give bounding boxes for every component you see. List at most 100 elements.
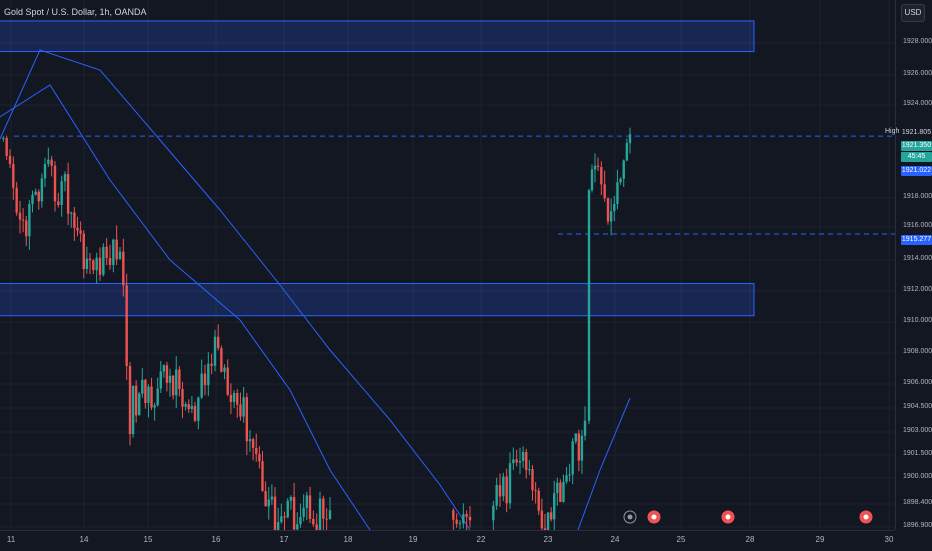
candle-bull	[63, 174, 67, 182]
bid-price-badge: 1921.022	[901, 166, 932, 176]
level-price-badge: 1915.277	[901, 235, 932, 245]
earnings-icon[interactable]	[859, 510, 873, 524]
time-axis[interactable]: 11 14 15 16 17 18 19 22 23 24 25 28 29 30	[0, 530, 895, 551]
candle-bear	[468, 516, 472, 521]
price-tick-label: 1906.000	[903, 379, 932, 386]
candle-bull	[580, 435, 584, 461]
candle-bull	[168, 375, 172, 383]
candle-bull	[190, 405, 194, 410]
candle-bull	[305, 495, 309, 508]
candle-bear	[128, 366, 132, 435]
candle-bear	[18, 212, 22, 220]
candle-bear	[73, 212, 76, 228]
candle-bear	[150, 386, 153, 408]
candle-bull	[141, 379, 144, 394]
price-tick-label: 1896.900	[903, 522, 932, 529]
candle-bull	[613, 203, 616, 212]
candle-bear	[258, 453, 261, 462]
candle-bull	[159, 371, 162, 389]
candle-bear	[171, 375, 175, 396]
candle-bear	[549, 512, 553, 520]
symbol-title: Gold Spot / U.S. Dollar, 1h, OANDA	[4, 7, 147, 17]
candle-bear	[88, 258, 92, 261]
price-axis[interactable]: 1928.000 1926.000 1924.000 1918.000 1916.000…	[895, 0, 932, 530]
candle-bear	[596, 165, 600, 167]
candle-bear	[92, 260, 95, 271]
time-tick-label: 14	[79, 535, 89, 544]
earnings-icon[interactable]	[721, 510, 735, 524]
candle-bear	[125, 285, 128, 367]
price-tick-label: 1898.400	[903, 499, 932, 506]
candle-bear	[210, 363, 213, 366]
candle-bull	[628, 134, 632, 144]
dividend-icon[interactable]	[623, 510, 637, 524]
candle-bear	[216, 336, 220, 349]
price-tick-label: 1908.000	[903, 348, 932, 355]
candle-bull	[70, 212, 73, 214]
moving-average-line-3	[577, 397, 631, 530]
candle-bull	[213, 336, 217, 366]
candle-bear	[540, 510, 544, 529]
candlestick-chart[interactable]	[0, 0, 895, 530]
candle-bear	[15, 187, 18, 213]
candle-bull	[232, 392, 236, 402]
time-tick-label: 16	[211, 535, 221, 544]
time-tick-label: 25	[676, 535, 686, 544]
candle-bear	[498, 485, 502, 497]
price-tick-label: 1910.000	[903, 317, 932, 324]
candle-bull	[276, 522, 280, 530]
candle-bull	[207, 363, 210, 386]
earnings-icon[interactable]	[647, 510, 661, 524]
candle-bear	[105, 246, 108, 259]
candle-bear	[226, 367, 229, 395]
candle-bear	[261, 461, 264, 491]
candle-bear	[115, 239, 118, 260]
time-tick-label: 28	[745, 535, 755, 544]
candle-bear	[455, 519, 458, 524]
candle-bull	[131, 385, 135, 435]
candle-bull	[40, 178, 44, 202]
candle-bear	[264, 490, 267, 507]
candle-bear	[108, 258, 112, 265]
current-price-badge: 1921.350	[901, 141, 932, 151]
currency-button[interactable]: USD	[901, 4, 925, 22]
high-label: High	[883, 128, 902, 135]
candle-bull	[153, 405, 156, 408]
price-tick-label: 1904.500	[903, 403, 932, 410]
candle-bull	[184, 404, 187, 407]
candle-bear	[5, 137, 8, 156]
time-tick-label: 19	[408, 535, 418, 544]
candle-bear	[255, 447, 258, 454]
candle-bear	[187, 404, 190, 410]
candle-bear	[165, 365, 169, 383]
candle-bull	[590, 169, 594, 191]
candle-bear	[79, 230, 82, 234]
candle-bull	[156, 388, 159, 406]
candle-bull	[583, 420, 587, 436]
candle-bull	[521, 451, 525, 461]
candle-bull	[625, 143, 629, 161]
candle-bull	[242, 397, 245, 417]
candle-bull	[574, 433, 577, 442]
price-tick-label: 1903.000	[903, 427, 932, 434]
candle-bull	[280, 516, 283, 523]
candle-bear	[229, 394, 233, 402]
candle-bear	[236, 392, 239, 405]
candle-bear	[37, 191, 40, 202]
candle-bull	[102, 246, 105, 275]
candle-bull	[270, 496, 274, 500]
candle-bear	[8, 155, 12, 164]
price-tick-label: 1918.000	[903, 193, 932, 200]
candle-bull	[622, 160, 625, 179]
candle-bear	[76, 227, 79, 231]
candle-bear	[245, 397, 249, 442]
candle-bull	[302, 507, 305, 517]
candle-bear	[292, 496, 296, 530]
candle-bull	[118, 251, 122, 260]
candle-bear	[312, 518, 315, 525]
price-tick-label: 1914.000	[903, 255, 932, 262]
candle-bear	[465, 514, 468, 517]
candle-bull	[619, 178, 622, 183]
candle-bull	[328, 510, 332, 520]
candle-bull	[492, 505, 495, 521]
